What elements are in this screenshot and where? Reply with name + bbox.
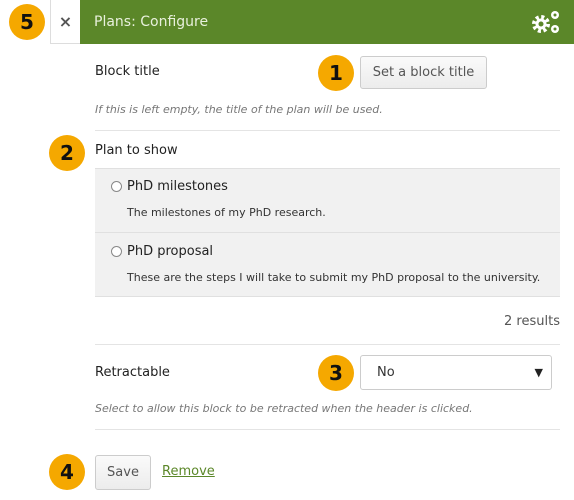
plan-radio-phd-milestones[interactable]	[111, 181, 122, 192]
remove-link[interactable]: Remove	[162, 464, 215, 479]
divider	[95, 130, 560, 131]
retractable-value: No	[377, 365, 395, 380]
callout-badge-1: 1	[318, 55, 354, 91]
plan-title[interactable]: PhD milestones	[127, 179, 228, 194]
close-button[interactable]: ×	[50, 0, 80, 44]
chevron-down-icon: ▼	[534, 366, 543, 379]
results-count: 2 results	[504, 314, 560, 329]
block-title-label: Block title	[95, 64, 160, 79]
retractable-select[interactable]: No ▼	[360, 355, 552, 390]
divider	[95, 429, 560, 430]
header-title: Plans: Configure	[94, 14, 209, 30]
callout-badge-3: 3	[318, 355, 354, 391]
plan-description: These are the steps I will take to submi…	[127, 271, 541, 284]
block-title-help: If this is left empty, the title of the …	[95, 103, 383, 116]
save-button[interactable]: Save	[95, 455, 151, 490]
retractable-label: Retractable	[95, 365, 170, 380]
gears-icon	[532, 11, 559, 33]
plan-radio-phd-proposal[interactable]	[111, 246, 122, 257]
plan-to-show-label: Plan to show	[95, 143, 178, 158]
plan-list: PhD milestones The milestones of my PhD …	[95, 168, 560, 297]
plan-title[interactable]: PhD proposal	[127, 244, 213, 259]
callout-badge-4: 4	[49, 454, 85, 490]
retractable-help: Select to allow this block to be retract…	[95, 402, 473, 415]
divider	[95, 344, 560, 345]
callout-badge-2: 2	[49, 135, 85, 171]
set-block-title-button[interactable]: Set a block title	[360, 56, 487, 89]
callout-badge-5: 5	[9, 4, 45, 40]
divider	[95, 232, 560, 233]
block-config-header: Plans: Configure	[80, 0, 574, 44]
close-icon: ×	[58, 12, 73, 31]
plan-description: The milestones of my PhD research.	[127, 206, 326, 219]
